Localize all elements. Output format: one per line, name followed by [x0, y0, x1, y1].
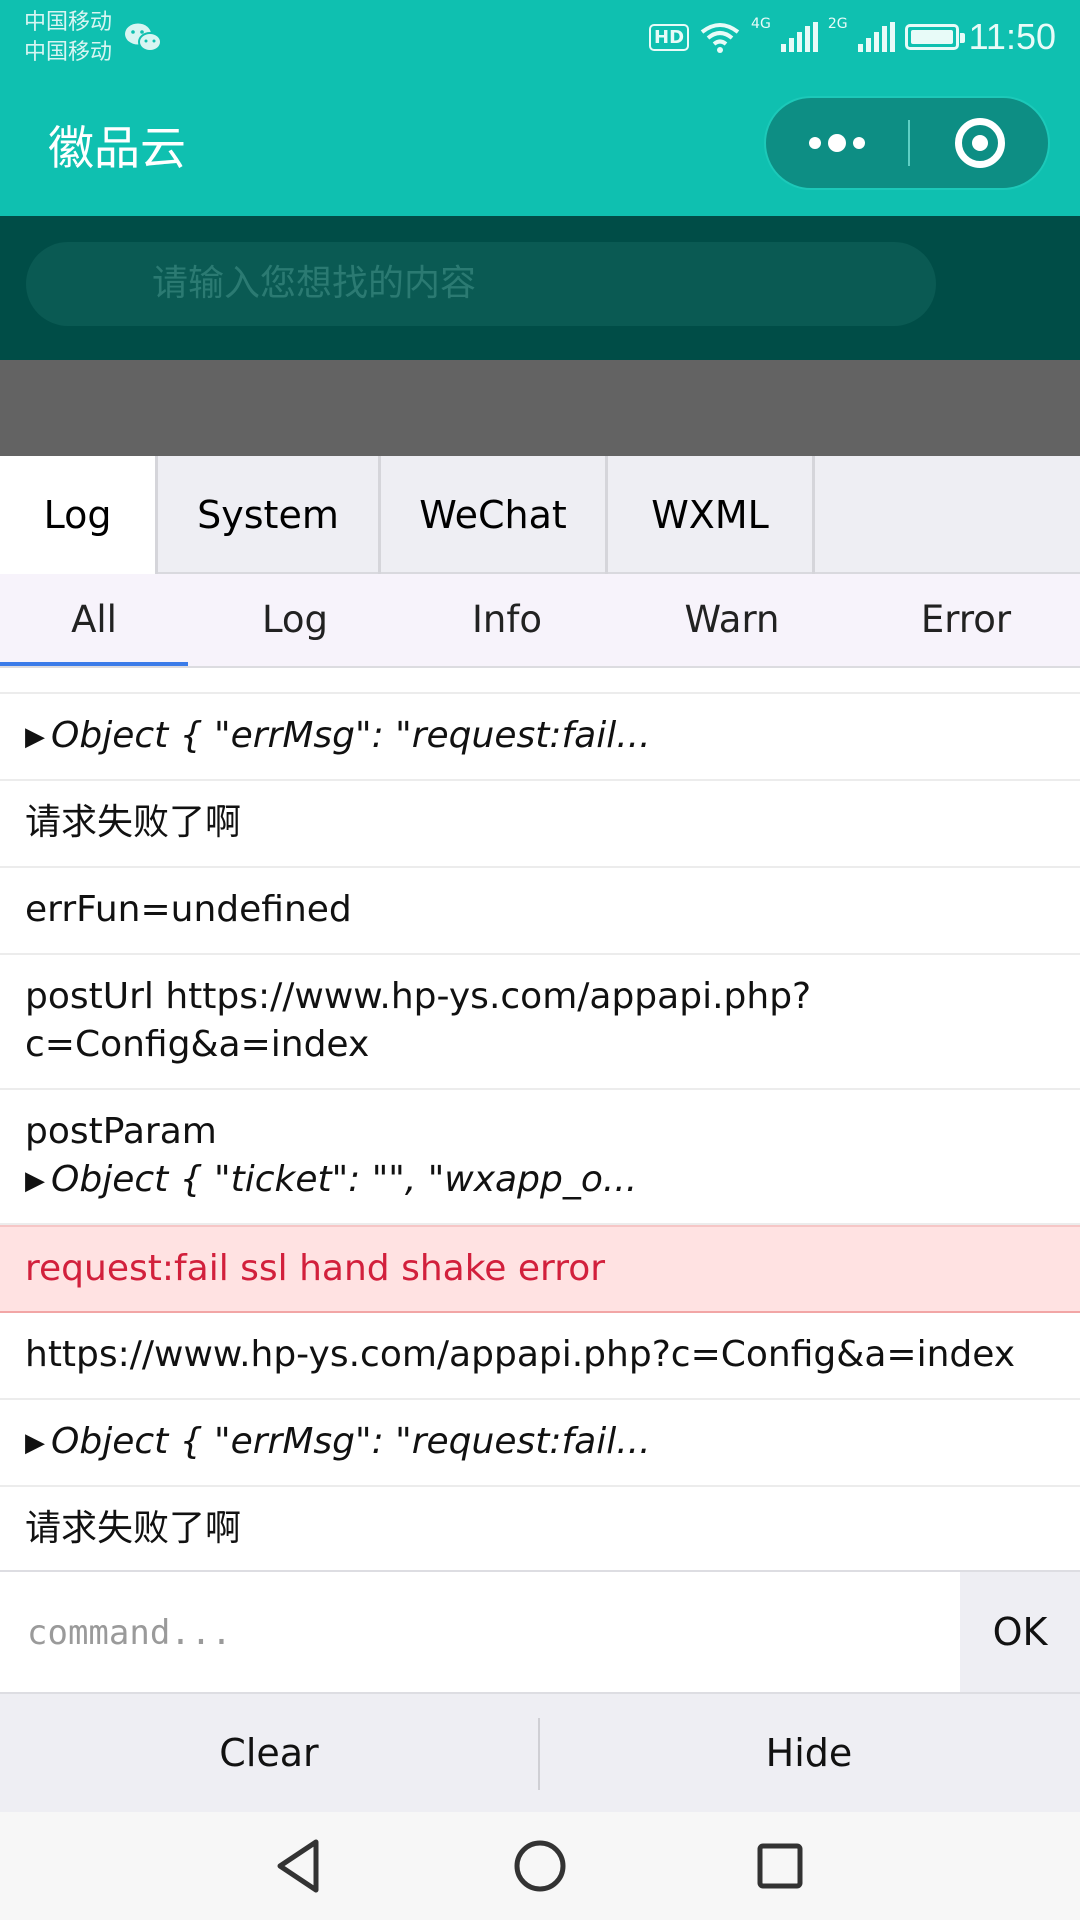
- log-text: postParam: [25, 1111, 217, 1152]
- network-4g-label: 4G: [751, 16, 771, 32]
- log-text-line2: c=Config&a=index: [25, 1024, 370, 1065]
- log-object-text: Object { "errMsg": "request:fail...: [51, 715, 651, 756]
- signal-2g-icon: [857, 22, 895, 52]
- command-input[interactable]: [25, 1590, 929, 1676]
- wifi-icon: [700, 23, 740, 53]
- network-2g-label: 2G: [827, 16, 848, 32]
- error-text: request:fail ssl hand shake error: [25, 1248, 606, 1289]
- page-title: 徽品云: [48, 121, 186, 175]
- status-icons: HD 4G 2G 11:50: [649, 12, 1056, 62]
- log-row-partial: [0, 668, 1080, 694]
- carrier-2: 中国移动: [24, 40, 113, 65]
- search-input[interactable]: 请输入您想找的内容: [26, 242, 936, 326]
- carrier-info: 中国移动 中国移动: [24, 8, 112, 68]
- ok-button[interactable]: OK: [960, 1572, 1080, 1692]
- log-text: https://www.hp-ys.com/appapi.php?c=Confi…: [25, 1334, 1016, 1375]
- hd-badge: HD: [649, 23, 690, 51]
- tab-log[interactable]: Log: [0, 456, 158, 574]
- log-row[interactable]: postParam ▶ Object { "ticket": "", "wxapp…: [0, 1090, 1080, 1225]
- log-row: postUrl https://www.hp-ys.com/appapi.php…: [0, 955, 1080, 1090]
- log-list[interactable]: ▶ Object { "errMsg": "request:fail... 请求失…: [0, 668, 1080, 1570]
- status-bar: 中国移动 中国移动 HD 4G 2G 11:50: [0, 0, 1080, 72]
- log-object-text: Object { "errMsg": "request:fail...: [51, 1421, 651, 1462]
- hide-button[interactable]: Hide: [540, 1694, 1078, 1812]
- log-row: 请求失败了啊: [0, 1487, 1080, 1570]
- overlay-strip: [0, 360, 1080, 456]
- command-bar: OK: [0, 1570, 1080, 1694]
- filter-log[interactable]: Log: [188, 574, 402, 666]
- log-row[interactable]: ▶ Object { "errMsg": "request:fail...: [0, 1400, 1080, 1487]
- log-row[interactable]: ▶ Object { "errMsg": "request:fail...: [0, 694, 1080, 781]
- log-row: errFun=undefined: [0, 868, 1080, 955]
- filter-all[interactable]: All: [0, 574, 188, 666]
- expand-triangle-icon[interactable]: ▶: [25, 1157, 45, 1205]
- target-ring-icon: [955, 118, 1005, 168]
- signal-4g-icon: [780, 22, 818, 52]
- log-row: https://www.hp-ys.com/appapi.php?c=Confi…: [0, 1313, 1080, 1400]
- clock: 11:50: [968, 16, 1056, 57]
- wechat-notification-icon: [125, 23, 162, 52]
- recent-apps-icon[interactable]: [748, 1834, 812, 1898]
- home-icon[interactable]: [508, 1834, 572, 1898]
- log-filter-tabs: All Log Info Warn Error: [0, 574, 1080, 668]
- miniprogram-capsule: [764, 96, 1050, 190]
- filter-info[interactable]: Info: [402, 574, 612, 666]
- log-text: 请求失败了啊: [25, 1508, 242, 1549]
- filter-error[interactable]: Error: [852, 574, 1080, 666]
- filter-warn[interactable]: Warn: [612, 574, 852, 666]
- log-row-error: request:fail ssl hand shake error: [0, 1225, 1080, 1313]
- clear-button[interactable]: Clear: [0, 1694, 538, 1812]
- log-text: 请求失败了啊: [25, 802, 242, 843]
- log-text: errFun=undefined: [25, 889, 352, 930]
- battery-icon: [904, 24, 965, 50]
- log-text: postUrl https://www.hp-ys.com/appapi.php…: [25, 976, 812, 1017]
- console-footer: Clear Hide: [0, 1694, 1080, 1812]
- more-dots-icon[interactable]: [766, 98, 908, 188]
- close-miniprogram-button[interactable]: [910, 98, 1050, 188]
- search-bar: 请输入您想找的内容: [0, 216, 1080, 360]
- app-header: 中国移动 中国移动 HD 4G 2G 11:50 徽品云: [0, 0, 1080, 216]
- log-object-text: Object { "ticket": "", "wxapp_o...: [51, 1159, 638, 1200]
- system-nav-bar: [0, 1812, 1080, 1920]
- tab-system[interactable]: System: [158, 456, 381, 574]
- tab-wxml[interactable]: WXML: [608, 456, 815, 574]
- carrier-1: 中国移动: [24, 10, 113, 35]
- log-row: 请求失败了啊: [0, 781, 1080, 868]
- console-tabs: Log System WeChat WXML: [0, 456, 1080, 574]
- back-icon[interactable]: [268, 1834, 332, 1898]
- expand-triangle-icon[interactable]: ▶: [25, 713, 45, 761]
- tab-wechat[interactable]: WeChat: [381, 456, 608, 574]
- expand-triangle-icon[interactable]: ▶: [25, 1419, 45, 1467]
